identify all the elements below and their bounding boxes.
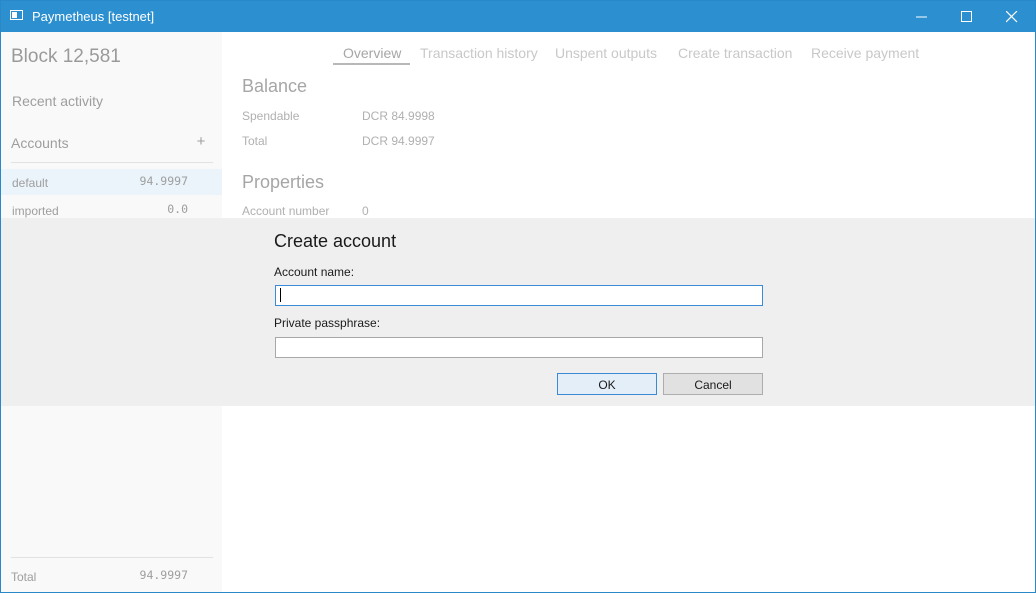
properties-title: Properties bbox=[242, 172, 325, 192]
total-balance-value: DCR 94.9997 bbox=[362, 134, 435, 148]
cancel-button[interactable]: Cancel bbox=[663, 373, 763, 395]
ok-button[interactable]: OK bbox=[557, 373, 657, 395]
title-bar[interactable]: Paymetheus [testnet] bbox=[1, 1, 1035, 32]
divider bbox=[11, 557, 213, 558]
tab-transaction-history[interactable]: Transaction history bbox=[420, 45, 538, 61]
private-passphrase-input[interactable] bbox=[275, 337, 763, 358]
total-balance-label: Total bbox=[242, 134, 268, 148]
total-value: 94.9997 bbox=[139, 568, 188, 582]
app-icon bbox=[10, 10, 23, 20]
tab-bar: Overview Transaction history Unspent out… bbox=[222, 32, 1035, 72]
window-title: Paymetheus [testnet] bbox=[32, 9, 155, 24]
close-button[interactable] bbox=[989, 1, 1035, 32]
private-passphrase-label: Private passphrase: bbox=[274, 316, 381, 330]
sidebar-item-recent-activity[interactable]: Recent activity bbox=[12, 93, 103, 109]
block-height: Block 12,581 bbox=[11, 46, 121, 67]
account-name: imported bbox=[12, 204, 59, 218]
spendable-value: DCR 84.9998 bbox=[362, 109, 435, 123]
tab-receive-payment[interactable]: Receive payment bbox=[811, 45, 919, 61]
account-name: default bbox=[12, 176, 49, 190]
create-account-dialog: Create account Account name: Private pas… bbox=[1, 218, 1035, 406]
divider bbox=[11, 162, 213, 163]
close-icon bbox=[1006, 11, 1018, 23]
account-row-default[interactable]: default 94.9997 bbox=[1, 169, 222, 195]
account-name-input[interactable] bbox=[275, 285, 763, 306]
app-window: Paymetheus [testnet] Block 12,581 Recent… bbox=[0, 0, 1036, 593]
account-number-value: 0 bbox=[362, 204, 369, 218]
accounts-header: Accounts bbox=[11, 135, 69, 151]
tab-overview[interactable]: Overview bbox=[343, 45, 401, 61]
balance-title: Balance bbox=[242, 76, 308, 96]
account-balance: 94.9997 bbox=[139, 174, 188, 188]
account-number-label: Account number bbox=[242, 204, 330, 218]
maximize-icon bbox=[961, 11, 972, 22]
minimize-icon bbox=[916, 16, 927, 18]
dialog-title: Create account bbox=[274, 231, 397, 251]
add-account-button[interactable]: + bbox=[194, 133, 208, 150]
maximize-button[interactable] bbox=[944, 1, 990, 32]
account-name-label: Account name: bbox=[274, 265, 355, 279]
spendable-label: Spendable bbox=[242, 109, 300, 123]
account-balance: 0.0 bbox=[167, 202, 188, 216]
minimize-button[interactable] bbox=[899, 1, 945, 32]
text-caret bbox=[280, 288, 281, 302]
active-tab-indicator bbox=[333, 63, 410, 65]
total-label: Total bbox=[11, 570, 37, 584]
tab-unspent-outputs[interactable]: Unspent outputs bbox=[555, 45, 657, 61]
tab-create-transaction[interactable]: Create transaction bbox=[678, 45, 792, 61]
